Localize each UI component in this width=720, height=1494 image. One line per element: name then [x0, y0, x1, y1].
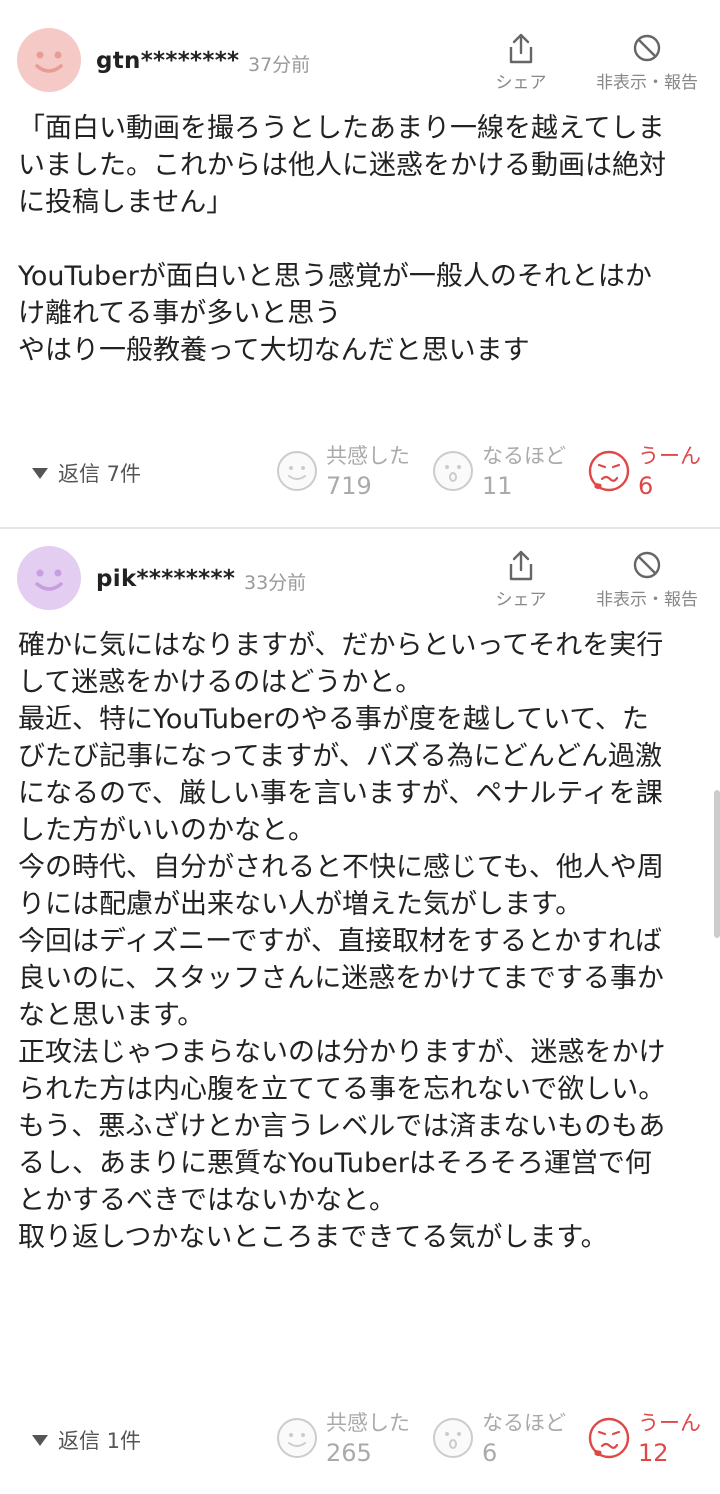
reaction-count: 6 [638, 472, 654, 500]
reaction-label: うーん [638, 1411, 701, 1435]
avatar[interactable] [17, 546, 81, 610]
comment-card: pik******** 33分前 シェア 非表示・報告 確かに気にはなりますが、… [0, 529, 720, 1494]
surprised-face-icon [433, 1418, 473, 1458]
reaction-label: 共感した [326, 444, 410, 468]
reaction-count: 265 [326, 1439, 372, 1467]
smile-face-icon [277, 451, 317, 491]
hide-report-label: 非表示・報告 [596, 590, 698, 610]
replies-label: 返信 1件 [58, 1429, 142, 1453]
troubled-face-icon [588, 1417, 630, 1459]
troubled-face-icon [588, 450, 630, 492]
share-icon [509, 550, 533, 581]
share-icon [509, 33, 533, 64]
reaction-count: 719 [326, 472, 372, 500]
hide-report-button[interactable]: 非表示・報告 [588, 549, 706, 610]
surprised-face-icon [433, 451, 473, 491]
triangle-down-icon [32, 1434, 48, 1446]
reaction-label: うーん [638, 444, 701, 468]
scrollbar[interactable] [714, 790, 720, 938]
smile-face-icon [277, 1418, 317, 1458]
timestamp: 37分前 [248, 54, 311, 76]
share-button[interactable]: シェア [490, 549, 552, 610]
reaction-label: なるほど [482, 1411, 566, 1435]
comment-card: gtn******** 37分前 シェア 非表示・報告 「面白い動画を撮ろうとし… [0, 0, 720, 528]
triangle-down-icon [32, 467, 48, 479]
replies-toggle[interactable]: 返信 1件 [32, 1425, 141, 1455]
reaction-count: 6 [482, 1439, 498, 1467]
reaction-label: なるほど [482, 444, 566, 468]
reaction-count: 12 [638, 1439, 669, 1467]
replies-label: 返信 7件 [58, 462, 142, 486]
prohibit-icon [633, 551, 661, 579]
hide-report-label: 非表示・報告 [596, 73, 698, 93]
username[interactable]: pik******** [96, 566, 235, 592]
prohibit-icon [633, 34, 661, 62]
share-label: シェア [495, 590, 547, 610]
share-label: シェア [495, 73, 547, 93]
replies-toggle[interactable]: 返信 7件 [32, 458, 141, 488]
comment-body: 「面白い動画を撮ろうとしたあまり一線を越えてしま いました。これからは他人に迷惑… [18, 113, 666, 366]
comment-body: 確かに気にはなりますが、だからといってそれを実行 して迷惑をかけるのはどうかと。… [18, 630, 666, 1253]
reaction-label: 共感した [326, 1411, 410, 1435]
username[interactable]: gtn******** [96, 48, 239, 74]
hide-report-button[interactable]: 非表示・報告 [588, 32, 706, 93]
reaction-count: 11 [482, 472, 513, 500]
timestamp: 33分前 [244, 572, 307, 594]
avatar[interactable] [17, 28, 81, 92]
share-button[interactable]: シェア [490, 32, 552, 93]
